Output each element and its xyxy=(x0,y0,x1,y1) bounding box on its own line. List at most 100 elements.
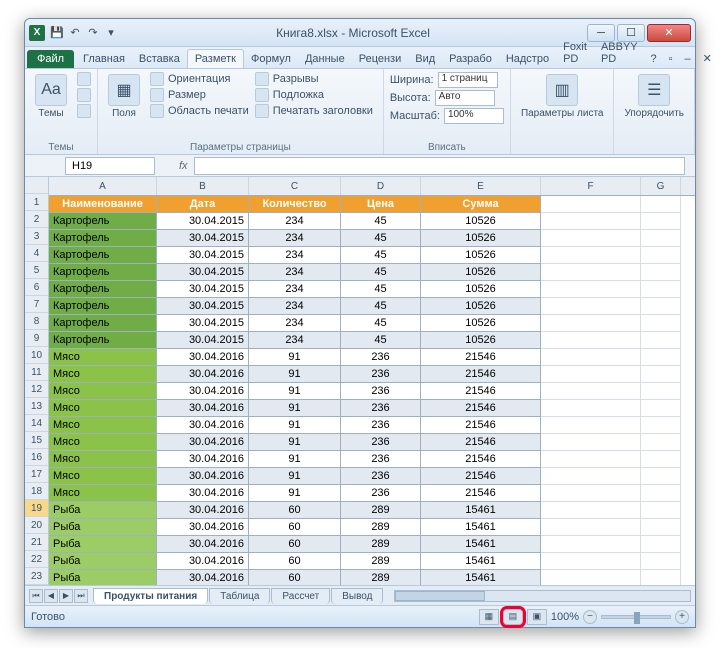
cell[interactable]: 10526 xyxy=(421,281,541,298)
empty-cell[interactable] xyxy=(641,502,681,519)
cell[interactable]: 15461 xyxy=(421,570,541,585)
cell[interactable]: 30.04.2015 xyxy=(157,213,249,230)
empty-cell[interactable] xyxy=(641,400,681,417)
empty-cell[interactable] xyxy=(541,383,641,400)
cell[interactable]: 30.04.2016 xyxy=(157,536,249,553)
empty-cell[interactable] xyxy=(641,230,681,247)
empty-cell[interactable] xyxy=(541,315,641,332)
row-header-12[interactable]: 12 xyxy=(25,381,48,398)
empty-cell[interactable] xyxy=(641,264,681,281)
cell[interactable]: 91 xyxy=(249,451,341,468)
cell[interactable]: 30.04.2016 xyxy=(157,553,249,570)
cell[interactable]: 234 xyxy=(249,230,341,247)
redo-icon[interactable]: ↷ xyxy=(85,25,101,41)
empty-cell[interactable] xyxy=(641,213,681,230)
cell[interactable]: Мясо xyxy=(49,383,157,400)
cell[interactable]: 236 xyxy=(341,451,421,468)
cell[interactable]: 30.04.2016 xyxy=(157,519,249,536)
cell[interactable]: 236 xyxy=(341,468,421,485)
tab-формул[interactable]: Формул xyxy=(244,50,298,68)
empty-cell[interactable] xyxy=(641,332,681,349)
zoom-out-button[interactable]: − xyxy=(583,610,597,624)
cell[interactable]: 289 xyxy=(341,519,421,536)
cell[interactable]: 91 xyxy=(249,434,341,451)
cell[interactable]: 21546 xyxy=(421,468,541,485)
empty-cell[interactable] xyxy=(541,417,641,434)
sheet-nav-next-icon[interactable]: ▶ xyxy=(59,589,73,603)
cell[interactable]: 234 xyxy=(249,281,341,298)
empty-cell[interactable] xyxy=(641,315,681,332)
cell[interactable]: Картофель xyxy=(49,213,157,230)
empty-cell[interactable] xyxy=(641,434,681,451)
cell[interactable]: 236 xyxy=(341,383,421,400)
column-header-D[interactable]: D xyxy=(341,177,421,195)
row-header-11[interactable]: 11 xyxy=(25,364,48,381)
print-area-button[interactable]: Область печати xyxy=(150,104,249,118)
cell[interactable]: 234 xyxy=(249,332,341,349)
empty-cell[interactable] xyxy=(641,298,681,315)
cell[interactable]: 21546 xyxy=(421,400,541,417)
cell[interactable]: 236 xyxy=(341,434,421,451)
cell[interactable]: 30.04.2015 xyxy=(157,281,249,298)
row-header-10[interactable]: 10 xyxy=(25,347,48,364)
empty-cell[interactable] xyxy=(641,247,681,264)
cell[interactable]: Мясо xyxy=(49,366,157,383)
cell[interactable]: 234 xyxy=(249,213,341,230)
empty-cell[interactable] xyxy=(541,230,641,247)
sheet-nav-first-icon[interactable]: ⏮ xyxy=(29,589,43,603)
cell[interactable]: Рыба xyxy=(49,519,157,536)
row-header-8[interactable]: 8 xyxy=(25,313,48,330)
cell[interactable]: 30.04.2016 xyxy=(157,383,249,400)
empty-cell[interactable] xyxy=(541,213,641,230)
empty-cell[interactable] xyxy=(641,468,681,485)
cell[interactable]: 30.04.2015 xyxy=(157,264,249,281)
cell[interactable]: Рыба xyxy=(49,502,157,519)
empty-cell[interactable] xyxy=(641,366,681,383)
sheet-tab[interactable]: Вывод xyxy=(331,588,383,604)
name-box[interactable]: H19 xyxy=(65,157,155,175)
size-button[interactable]: Размер xyxy=(150,88,249,102)
undo-icon[interactable]: ↶ xyxy=(67,25,83,41)
cell[interactable]: 234 xyxy=(249,298,341,315)
empty-cell[interactable] xyxy=(541,519,641,536)
row-header-22[interactable]: 22 xyxy=(25,551,48,568)
cell[interactable]: 289 xyxy=(341,570,421,585)
cell[interactable]: Картофель xyxy=(49,298,157,315)
empty-cell[interactable] xyxy=(541,366,641,383)
cell[interactable]: 10526 xyxy=(421,264,541,281)
empty-cell[interactable] xyxy=(541,468,641,485)
cell[interactable]: 21546 xyxy=(421,349,541,366)
cell[interactable]: Картофель xyxy=(49,332,157,349)
cell[interactable]: Рыба xyxy=(49,570,157,585)
empty-cell[interactable] xyxy=(641,383,681,400)
margins-button[interactable]: ▦ Поля xyxy=(104,72,144,121)
sheet-tab[interactable]: Продукты питания xyxy=(93,588,208,604)
column-header-A[interactable]: A xyxy=(49,177,157,195)
cell[interactable]: 21546 xyxy=(421,366,541,383)
cell[interactable]: 15461 xyxy=(421,519,541,536)
cell[interactable]: 45 xyxy=(341,281,421,298)
sheet-options-button[interactable]: ▥ Параметры листа xyxy=(517,72,608,121)
background-button[interactable]: Подложка xyxy=(255,88,373,102)
row-header-9[interactable]: 9 xyxy=(25,330,48,347)
empty-cell[interactable] xyxy=(641,349,681,366)
cell[interactable]: 60 xyxy=(249,502,341,519)
zoom-thumb[interactable] xyxy=(634,612,640,624)
cell[interactable]: 45 xyxy=(341,298,421,315)
cell[interactable]: 234 xyxy=(249,247,341,264)
empty-cell[interactable] xyxy=(541,570,641,585)
orientation-button[interactable]: Ориентация xyxy=(150,72,249,86)
cell[interactable]: 15461 xyxy=(421,553,541,570)
ribbon-min-icon[interactable]: ▫ xyxy=(663,50,679,68)
row-header-19[interactable]: 19 xyxy=(25,500,48,517)
cell[interactable]: 91 xyxy=(249,366,341,383)
cell[interactable]: 30.04.2016 xyxy=(157,451,249,468)
row-header-3[interactable]: 3 xyxy=(25,228,48,245)
table-header-cell[interactable]: Сумма xyxy=(421,196,541,213)
cell[interactable]: 10526 xyxy=(421,332,541,349)
sheet-tab[interactable]: Таблица xyxy=(209,588,270,604)
cell[interactable]: 10526 xyxy=(421,315,541,332)
table-header-cell[interactable]: Цена xyxy=(341,196,421,213)
empty-cell[interactable] xyxy=(541,349,641,366)
cell[interactable]: Мясо xyxy=(49,468,157,485)
